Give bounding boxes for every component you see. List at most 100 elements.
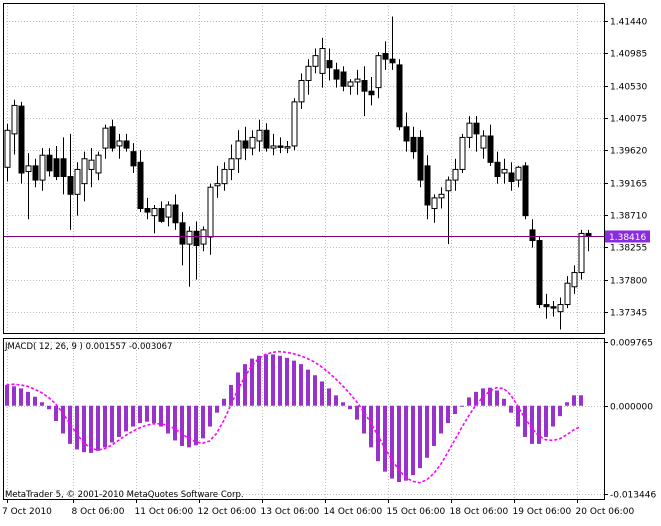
histogram-bar <box>264 354 268 406</box>
price-tick-label: 1.39620 <box>610 147 647 157</box>
candle-body <box>494 161 501 178</box>
histogram-bar <box>110 405 114 443</box>
candle-body <box>543 304 550 308</box>
candle-body <box>536 240 543 306</box>
histogram-bar <box>313 375 317 406</box>
histogram-bar <box>418 405 422 469</box>
candle-body <box>480 135 487 149</box>
candle-body <box>389 58 396 64</box>
candle-body <box>46 154 53 172</box>
histogram-bar <box>558 405 562 417</box>
candle-body <box>585 232 592 237</box>
price-tick-label: 1.40075 <box>610 115 647 125</box>
candle-body <box>305 65 312 82</box>
candle-body <box>11 104 18 135</box>
histogram-bar <box>453 405 457 415</box>
candle <box>459 133 466 173</box>
candle-body <box>375 55 382 89</box>
time-tick-label: 20 Oct 06:00 <box>576 507 635 517</box>
histogram-bar <box>117 405 121 437</box>
price-tick-label: 1.37800 <box>610 277 647 287</box>
histogram-bar <box>579 395 583 406</box>
time-tick-label: 18 Oct 06:00 <box>450 507 509 517</box>
time-tick-label: 11 Oct 06:00 <box>135 507 194 517</box>
indicator-tick-label: -0.013446 <box>610 491 656 501</box>
price-tick-label: 1.37345 <box>610 309 647 319</box>
candle-body <box>557 304 564 313</box>
histogram-bar <box>348 405 352 410</box>
histogram-bar <box>82 405 86 453</box>
candle-body <box>172 204 179 224</box>
histogram-bar <box>33 396 37 406</box>
candle-body <box>424 165 431 206</box>
candle-body <box>396 64 403 128</box>
histogram-bar <box>320 381 324 406</box>
histogram-bar <box>75 405 79 450</box>
candle-body <box>88 159 95 170</box>
candle-body <box>445 179 452 192</box>
histogram-bar <box>502 398 506 406</box>
histogram-bar <box>201 405 205 439</box>
histogram-bar <box>565 402 569 406</box>
histogram-bar <box>96 405 100 451</box>
candle-body <box>452 168 459 181</box>
histogram-bar <box>509 405 513 413</box>
candle-body <box>340 71 347 87</box>
candle-body <box>550 306 557 309</box>
candle-body <box>571 272 578 288</box>
histogram-bar <box>327 388 331 406</box>
candle-body <box>186 230 193 245</box>
candle-body <box>270 145 277 149</box>
candle-body <box>214 183 221 187</box>
candle-body <box>403 126 410 142</box>
indicator-tick-label: 0.000000 <box>610 403 653 413</box>
histogram-bar <box>271 354 275 406</box>
candle-body <box>109 126 116 149</box>
indicator-label: JMACD( 12, 26, 9 ) 0.001557 -0.003067 <box>4 342 172 352</box>
candle-body <box>151 208 158 217</box>
price-tick-label: 1.38710 <box>610 212 647 222</box>
candle-body <box>81 158 88 185</box>
histogram-bar <box>173 405 177 441</box>
histogram-bar <box>425 405 429 458</box>
candle-body <box>249 136 256 149</box>
candle-body <box>18 105 25 174</box>
bid-price-label: 1.38416 <box>609 233 646 243</box>
histogram-bar <box>12 386 16 406</box>
histogram-bar <box>89 405 93 453</box>
histogram-bar <box>355 405 359 420</box>
histogram-bar <box>54 405 58 421</box>
histogram-bar <box>166 405 170 434</box>
histogram-bar <box>152 405 156 424</box>
candle-body <box>235 140 242 160</box>
candle-body <box>193 230 200 247</box>
candle-body <box>102 127 109 149</box>
candle <box>578 229 585 280</box>
candle-body <box>466 122 473 138</box>
candle-body <box>438 193 445 199</box>
histogram-bar <box>544 405 548 437</box>
histogram-bar <box>19 388 23 406</box>
candle-body <box>529 229 536 242</box>
candle-body <box>501 168 508 174</box>
candle-body <box>123 140 130 149</box>
price-tick-label: 1.40985 <box>610 50 647 60</box>
histogram-bar <box>257 355 261 406</box>
candle-body <box>137 161 144 210</box>
histogram-bar <box>215 405 219 413</box>
histogram-bar <box>495 390 499 406</box>
candle-body <box>67 176 74 195</box>
histogram-bar <box>187 405 191 448</box>
time-tick-label: 12 Oct 06:00 <box>198 507 257 517</box>
candle-body <box>410 136 417 153</box>
histogram-bar <box>299 364 303 406</box>
chart-canvas[interactable]: 1.38416 1.41440 1.40985 1.40530 1.40075 1.39… <box>0 0 661 522</box>
time-tick-label: 15 Oct 06:00 <box>387 507 446 517</box>
histogram-bar <box>40 402 44 406</box>
time-tick-label: 19 Oct 06:00 <box>513 507 572 517</box>
candle-body <box>417 136 424 181</box>
candle-body <box>319 48 326 74</box>
candle <box>522 162 529 220</box>
histogram-bar <box>334 395 338 406</box>
candle-body <box>284 146 291 149</box>
